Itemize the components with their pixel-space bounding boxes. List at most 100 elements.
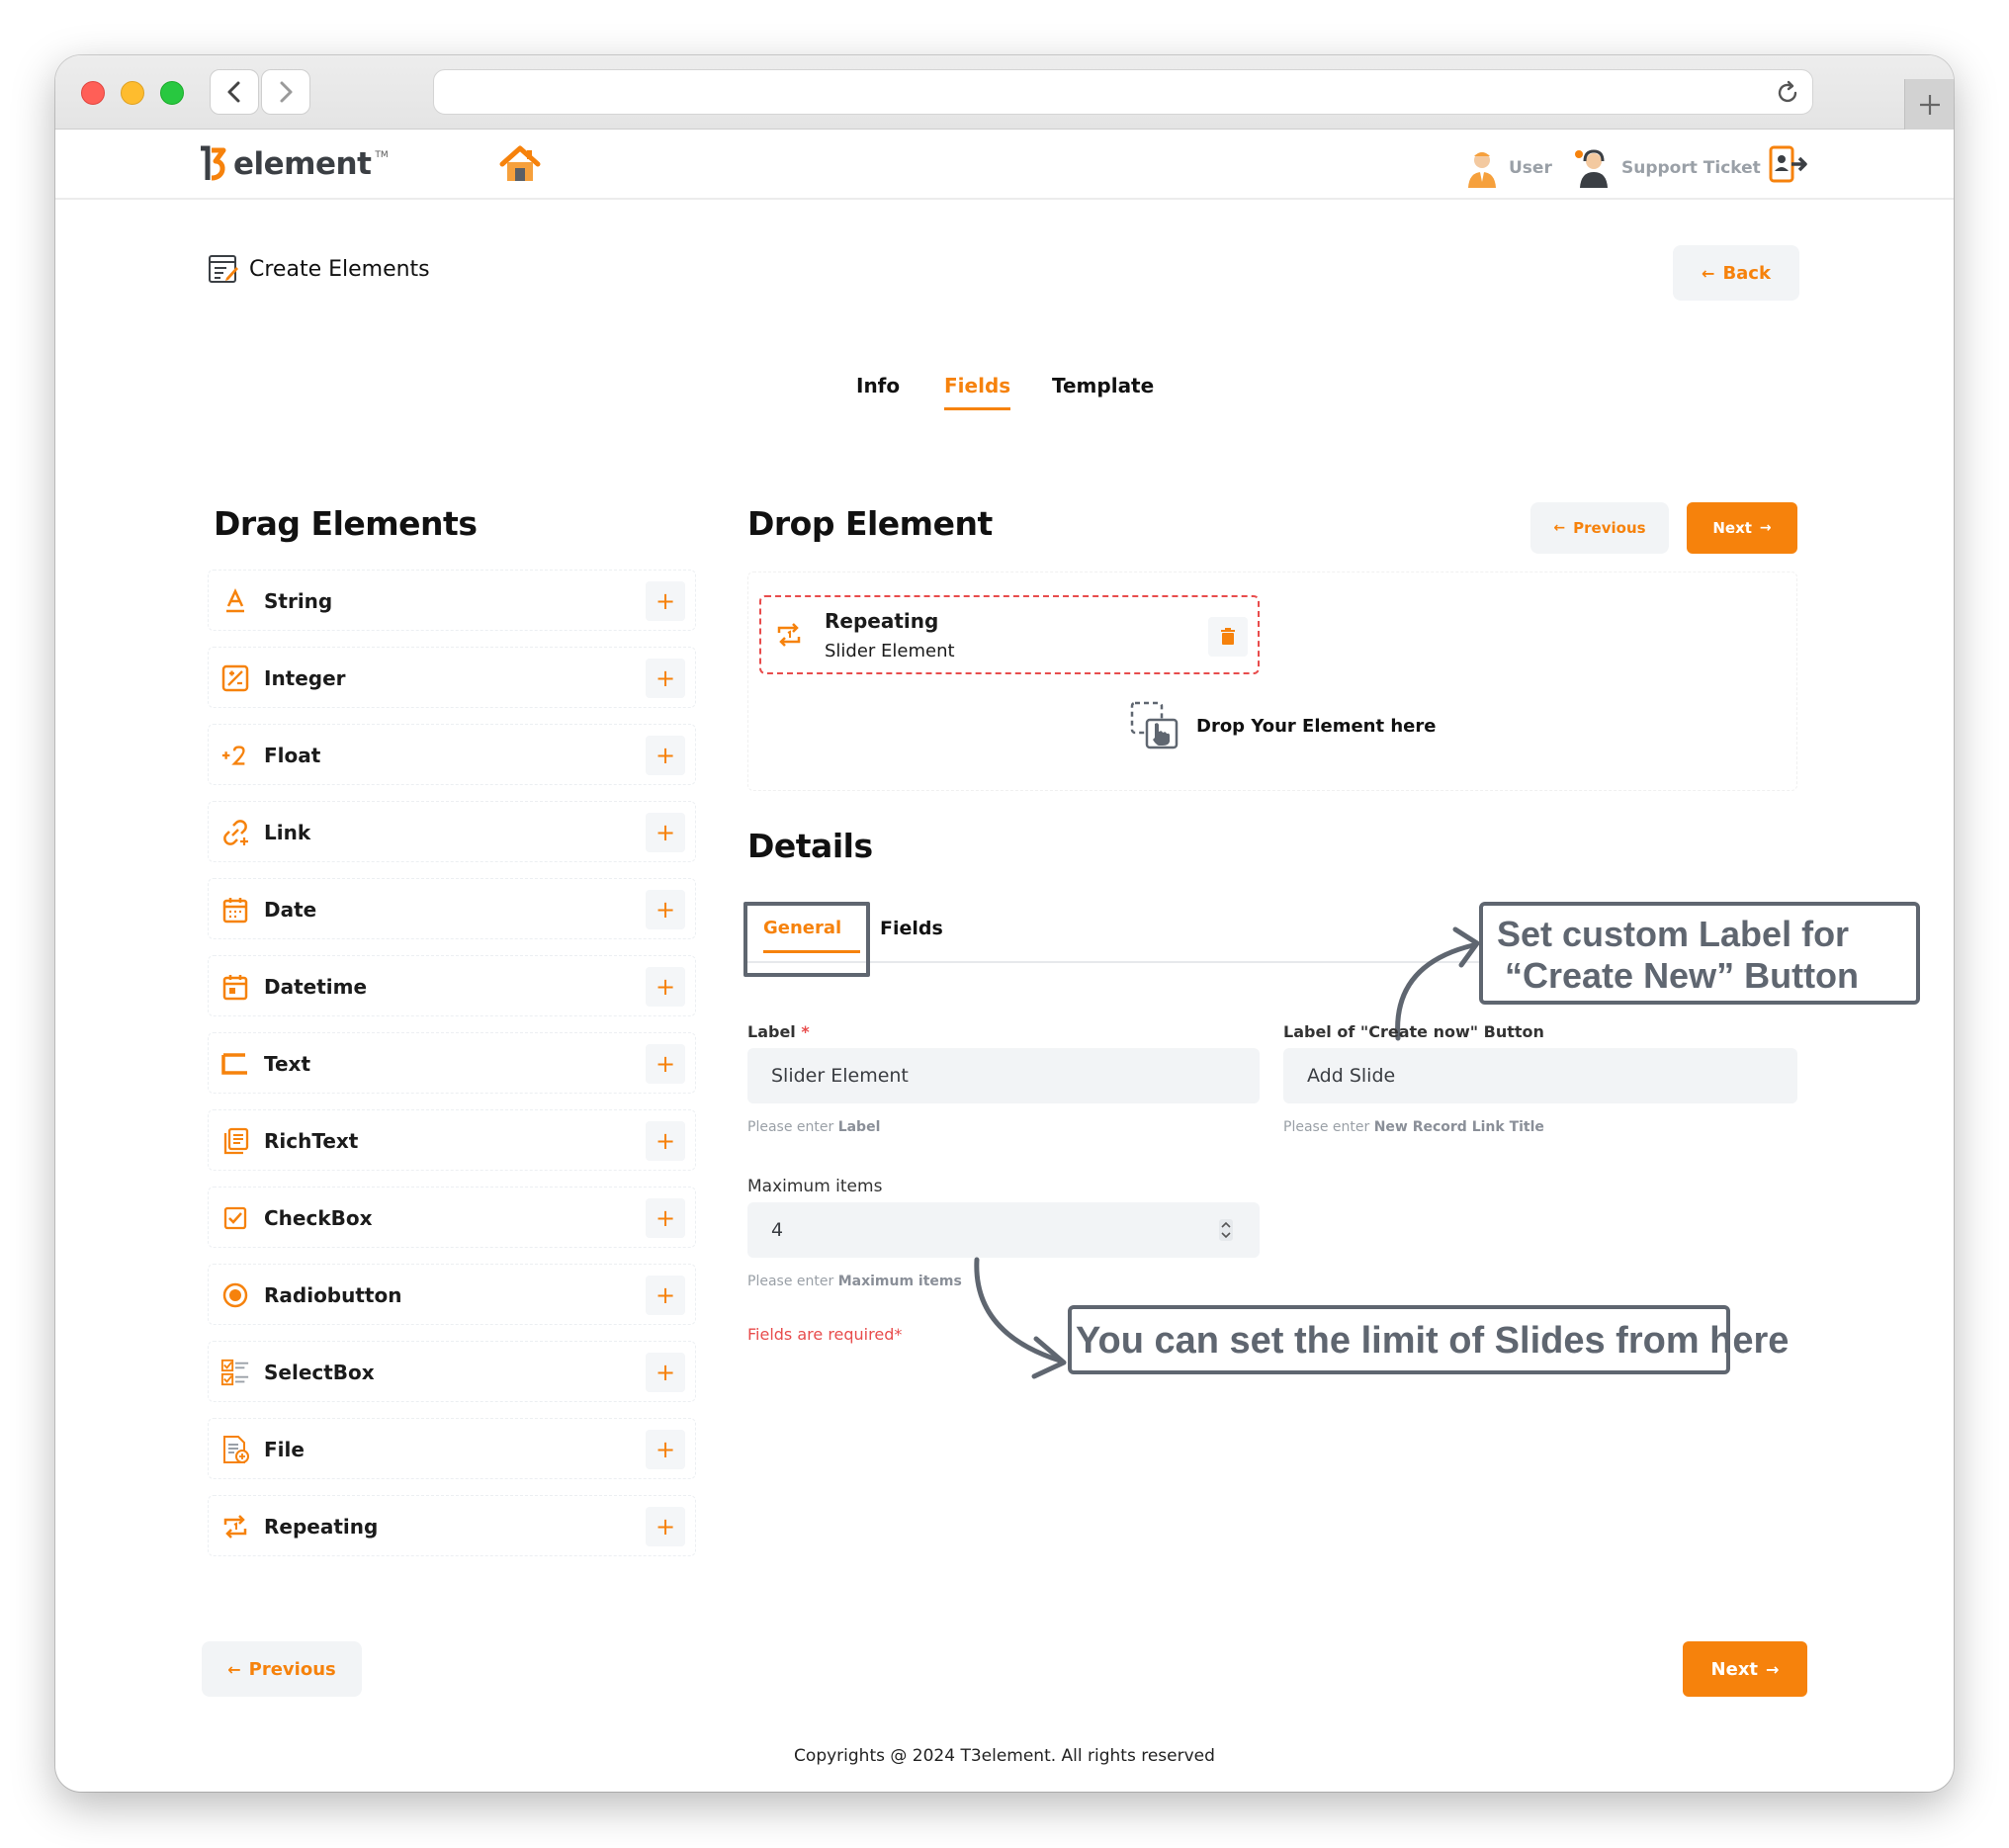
drag-item-label: Integer xyxy=(264,666,346,690)
add-file-button[interactable]: + xyxy=(646,1430,685,1469)
required-fields-note: Fields are required* xyxy=(747,1325,903,1344)
drag-item-checkbox[interactable]: CheckBox + xyxy=(208,1187,696,1248)
close-window-button[interactable] xyxy=(81,81,105,105)
next-label: Next xyxy=(1712,519,1752,537)
browser-forward-button[interactable] xyxy=(261,69,310,115)
drag-item-label: Repeating xyxy=(264,1515,379,1539)
drag-item-text[interactable]: Text + xyxy=(208,1032,696,1094)
label-field-caption: Label * xyxy=(747,1022,810,1041)
add-text-button[interactable]: + xyxy=(646,1044,685,1084)
drag-item-repeating[interactable]: Repeating + xyxy=(208,1495,696,1556)
chevron-right-icon xyxy=(280,81,293,103)
max-items-input[interactable]: 4 xyxy=(747,1202,1260,1258)
drag-item-string[interactable]: String + xyxy=(208,570,696,631)
drag-item-richtext[interactable]: RichText + xyxy=(208,1109,696,1171)
drag-elements-heading: Drag Elements xyxy=(214,504,478,543)
support-ticket-link[interactable]: Support Ticket xyxy=(1574,148,1761,188)
add-radiobutton-button[interactable]: + xyxy=(646,1276,685,1315)
browser-back-button[interactable] xyxy=(210,69,259,115)
label-help: Please enter Label xyxy=(747,1119,880,1135)
drag-item-label: String xyxy=(264,589,333,613)
add-selectbox-button[interactable]: + xyxy=(646,1353,685,1392)
number-stepper-icon[interactable] xyxy=(1218,1218,1234,1242)
chevron-left-icon xyxy=(227,81,240,103)
drag-item-float[interactable]: Float + xyxy=(208,724,696,785)
plus-icon xyxy=(1919,94,1940,115)
home-button[interactable] xyxy=(498,142,542,190)
label-field-caption-text: Label xyxy=(747,1022,796,1041)
annotation-custom-label-line2: “Create New” Button xyxy=(1505,955,1860,996)
link-icon xyxy=(223,820,248,845)
add-link-button[interactable]: + xyxy=(646,813,685,852)
dropped-element-card[interactable]: Repeating Slider Element xyxy=(759,595,1260,674)
zoom-window-button[interactable] xyxy=(160,81,184,105)
annotation-custom-label-line1: Set custom Label for xyxy=(1497,914,1850,954)
drag-item-label: Link xyxy=(264,821,311,844)
support-agent-icon xyxy=(1575,149,1608,188)
brand-logo[interactable]: element TM xyxy=(198,142,389,186)
t3-logo-icon xyxy=(201,145,226,181)
tab-fields[interactable]: Fields xyxy=(944,374,1011,410)
arrow-left-icon: ← xyxy=(1702,263,1715,283)
drop-previous-button[interactable]: ← Previous xyxy=(1530,502,1669,554)
dropped-element-name: Slider Element xyxy=(825,641,955,661)
tab-template-label: Template xyxy=(1052,374,1155,397)
logout-button[interactable] xyxy=(1768,144,1807,188)
logo-trademark: TM xyxy=(375,150,389,160)
bottom-next-label: Next xyxy=(1710,1658,1759,1680)
drop-next-button[interactable]: Next → xyxy=(1687,502,1797,554)
max-items-help-prefix: Please enter xyxy=(747,1274,834,1289)
new-tab-button[interactable] xyxy=(1904,79,1954,130)
create-button-label-input[interactable]: Add Slide xyxy=(1283,1048,1797,1103)
user-menu[interactable]: User xyxy=(1465,148,1552,188)
add-integer-button[interactable]: + xyxy=(646,659,685,698)
required-mark: * xyxy=(801,1022,810,1041)
create-label-help: Please enter New Record Link Title xyxy=(1283,1119,1544,1135)
drag-item-link[interactable]: Link + xyxy=(208,801,696,862)
add-richtext-button[interactable]: + xyxy=(646,1121,685,1161)
label-help-prefix: Please enter xyxy=(747,1119,834,1135)
drag-item-selectbox[interactable]: SelectBox + xyxy=(208,1341,696,1402)
support-ticket-label: Support Ticket xyxy=(1621,158,1761,178)
add-string-button[interactable]: + xyxy=(646,581,685,621)
drag-item-integer[interactable]: Integer + xyxy=(208,647,696,708)
dropped-element-type: Repeating xyxy=(825,609,939,633)
drag-item-date[interactable]: Date + xyxy=(208,878,696,939)
drag-drop-icon xyxy=(1130,701,1179,749)
string-icon xyxy=(226,588,244,613)
add-datetime-button[interactable]: + xyxy=(646,967,685,1007)
active-tab-indicator xyxy=(944,407,1011,410)
add-date-button[interactable]: + xyxy=(646,890,685,929)
page-title-text: Create Elements xyxy=(249,256,430,282)
bottom-next-button[interactable]: Next → xyxy=(1683,1641,1807,1697)
tab-template[interactable]: Template xyxy=(1052,374,1154,397)
bottom-previous-button[interactable]: ← Previous xyxy=(202,1641,362,1697)
home-icon xyxy=(499,145,541,181)
browser-titlebar xyxy=(55,55,1954,130)
drag-item-datetime[interactable]: Datetime + xyxy=(208,955,696,1016)
delete-element-button[interactable] xyxy=(1208,617,1248,657)
drag-item-file[interactable]: File + xyxy=(208,1418,696,1479)
tab-info[interactable]: Info xyxy=(856,374,900,397)
label-input[interactable]: Slider Element xyxy=(747,1048,1260,1103)
details-tab-general[interactable]: General xyxy=(763,918,860,953)
minimize-window-button[interactable] xyxy=(121,81,144,105)
address-bar[interactable] xyxy=(433,69,1813,115)
trash-icon xyxy=(1221,628,1235,645)
browser-window: element TM User Support Ticket Create El… xyxy=(55,55,1954,1792)
drag-item-radiobutton[interactable]: Radiobutton + xyxy=(208,1264,696,1325)
float-icon xyxy=(221,746,245,765)
drag-item-label: SelectBox xyxy=(264,1361,375,1384)
add-checkbox-button[interactable]: + xyxy=(646,1198,685,1238)
reload-icon[interactable] xyxy=(1775,80,1800,106)
add-float-button[interactable]: + xyxy=(646,736,685,775)
back-button-label: Back xyxy=(1722,262,1771,284)
arrow-left-icon: ← xyxy=(1553,520,1566,536)
drag-item-label: Datetime xyxy=(264,975,368,999)
details-tab-fields[interactable]: Fields xyxy=(880,918,943,939)
drop-element-heading: Drop Element xyxy=(747,504,993,543)
add-repeating-button[interactable]: + xyxy=(646,1507,685,1546)
back-button[interactable]: ← Back xyxy=(1673,245,1799,301)
drag-item-label: File xyxy=(264,1438,305,1461)
text-icon xyxy=(221,1053,247,1075)
